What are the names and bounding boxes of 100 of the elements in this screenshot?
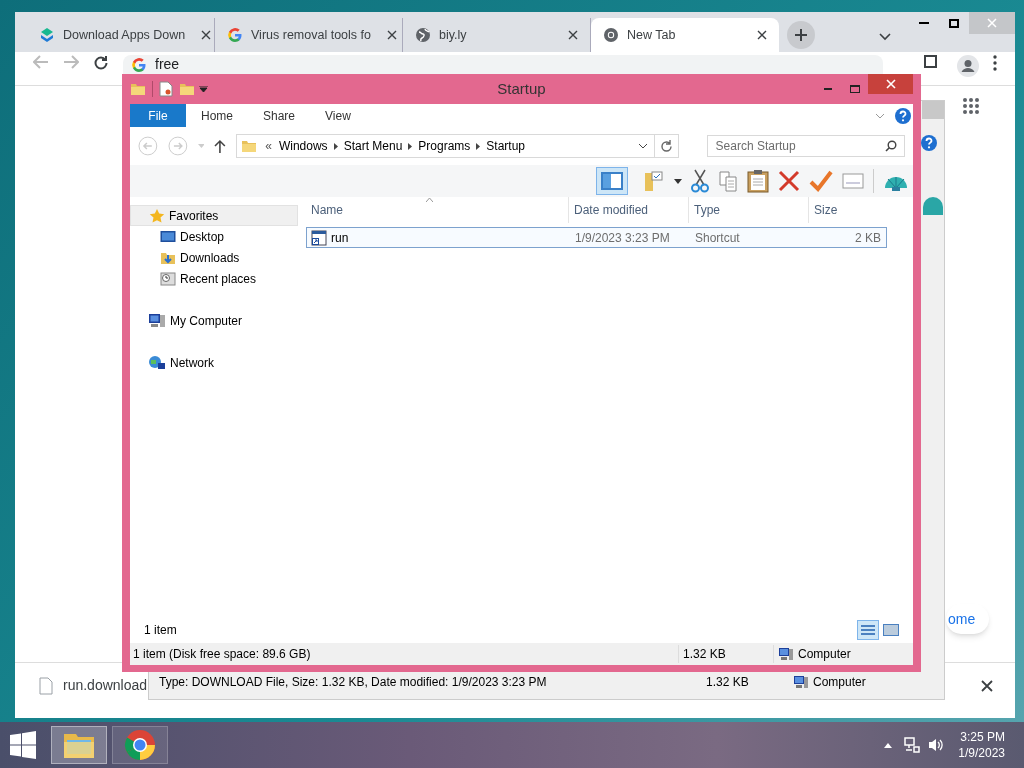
delete-icon[interactable] — [778, 170, 800, 192]
desktop-icon — [160, 229, 176, 244]
overflow-mark[interactable]: « — [265, 137, 272, 155]
computer-icon — [148, 312, 166, 329]
address-bar[interactable]: « Windows Start Menu Programs Startup — [236, 134, 679, 158]
close-icon[interactable] — [568, 30, 578, 40]
dropdown-icon[interactable] — [674, 178, 682, 184]
file-row[interactable]: run 1/9/2023 3:23 PM Shortcut 2 KB — [306, 227, 887, 248]
column-header[interactable]: Type — [689, 197, 809, 223]
file-name: run — [331, 229, 349, 247]
close-icon[interactable] — [981, 679, 993, 692]
item-count: 1 item — [144, 622, 177, 639]
apps-grid-icon[interactable] — [962, 97, 980, 115]
clock-time[interactable]: 3:25 PM — [960, 729, 1005, 745]
status-size: 1.32 KB — [678, 645, 773, 663]
ribbon-tab[interactable]: View — [310, 104, 366, 127]
folder-icon — [241, 138, 258, 154]
network-icon[interactable] — [904, 737, 921, 753]
tab-favicon-icon — [603, 27, 619, 43]
profile-icon[interactable] — [957, 55, 979, 77]
nav-item[interactable]: My Computer — [130, 310, 298, 331]
chevron-right-icon[interactable] — [476, 142, 481, 150]
preview-pane-button[interactable] — [596, 167, 628, 195]
promo-button[interactable]: ome — [946, 604, 990, 634]
windows-start-icon[interactable] — [9, 731, 37, 759]
status-size: 1.32 KB — [706, 674, 750, 691]
reading-list-icon[interactable] — [924, 55, 937, 68]
tab-favicon-icon — [415, 27, 431, 43]
shell-icon[interactable] — [923, 197, 943, 215]
nav-item[interactable]: Recent places — [130, 268, 298, 289]
favorites-icon — [149, 207, 165, 224]
help-icon[interactable] — [895, 107, 911, 124]
explorer-taskbar-button[interactable] — [51, 726, 107, 764]
window-title: Startup — [497, 78, 546, 99]
tab-favicon-icon — [39, 27, 55, 43]
properties-icon[interactable] — [159, 81, 173, 97]
breadcrumb-item[interactable]: Start Menu — [343, 137, 403, 155]
close-icon — [885, 79, 896, 89]
reload-icon[interactable] — [93, 55, 109, 71]
checkmark-icon[interactable] — [809, 170, 833, 192]
up-arrow-icon[interactable] — [214, 139, 227, 153]
refresh-icon[interactable] — [659, 139, 673, 153]
browser-tab[interactable]: New Tab — [591, 18, 779, 52]
column-header[interactable]: Size — [809, 197, 887, 223]
ribbon-tab[interactable]: Home — [186, 104, 248, 127]
chevron-down-icon[interactable] — [879, 33, 891, 41]
nav-item[interactable]: Desktop — [130, 226, 298, 247]
close-button[interactable] — [868, 74, 913, 94]
breadcrumb-item[interactable]: Startup — [486, 137, 526, 155]
tab-title: biy.ly — [439, 26, 467, 44]
close-icon[interactable] — [757, 30, 767, 40]
chevron-right-icon[interactable] — [333, 142, 338, 150]
chevron-down-icon[interactable] — [637, 143, 648, 149]
download-filename[interactable]: run.download — [63, 675, 148, 696]
tab-favicon-icon — [227, 27, 243, 43]
breadcrumb-item[interactable]: Programs — [418, 137, 471, 155]
computer-icon — [778, 647, 794, 661]
browser-tab[interactable]: Virus removal tools fo — [215, 18, 403, 52]
more-menu-icon[interactable] — [993, 55, 997, 71]
breadcrumb-item[interactable]: Windows — [278, 137, 328, 155]
column-header[interactable]: Date modified — [569, 197, 689, 223]
status-text: 1 item (Disk free space: 89.6 GB) — [133, 646, 312, 663]
status-location: Computer — [798, 646, 851, 663]
file-icon — [39, 676, 53, 695]
dropdown-icon[interactable] — [199, 85, 208, 93]
paste-icon[interactable] — [747, 169, 769, 193]
table-cell-text: Shortcut — [694, 229, 741, 247]
cut-icon[interactable] — [691, 169, 709, 193]
browser-tab[interactable]: Download Apps Down — [27, 18, 215, 52]
nav-item[interactable]: Downloads — [130, 247, 298, 268]
close-icon[interactable] — [201, 30, 212, 40]
address-text: free — [155, 55, 180, 74]
google-icon — [131, 56, 147, 73]
address-bar[interactable]: free — [123, 55, 883, 74]
shortcut-icon — [311, 229, 327, 246]
status-location: Computer — [813, 674, 866, 691]
plus-icon — [794, 27, 808, 42]
network-icon — [148, 354, 166, 371]
tab-title: New Tab — [627, 26, 676, 44]
column-header[interactable]: Name — [306, 197, 569, 223]
search-field[interactable]: Search Startup — [706, 135, 905, 157]
recent-icon — [160, 270, 176, 287]
new-tab-button[interactable] — [787, 20, 815, 49]
volume-icon[interactable] — [928, 737, 945, 753]
tab-title: Download Apps Down — [63, 26, 186, 44]
status-text: Type: DOWNLOAD File, Size: 1.32 KB, Date modified: 1/9/2023 3:23 PM — [159, 674, 548, 691]
nav-item[interactable]: Favorites — [130, 205, 298, 226]
table-cell-text: 1/9/2023 3:23 PM — [574, 229, 671, 247]
ribbon-tab[interactable]: Share — [248, 104, 311, 127]
chrome-taskbar-button[interactable] — [112, 726, 168, 764]
help-icon[interactable] — [921, 135, 937, 151]
show-hidden-icons-icon[interactable] — [884, 742, 893, 748]
close-icon[interactable] — [386, 30, 397, 40]
clock-date[interactable]: 1/9/2023 — [958, 745, 1005, 761]
chevron-right-icon[interactable] — [408, 142, 413, 150]
close-icon — [987, 18, 997, 28]
table-cell-text: 2 KB — [854, 229, 882, 247]
details-view-button[interactable] — [857, 620, 879, 640]
nav-item[interactable]: Network — [130, 352, 298, 373]
search-icon[interactable] — [885, 140, 897, 152]
